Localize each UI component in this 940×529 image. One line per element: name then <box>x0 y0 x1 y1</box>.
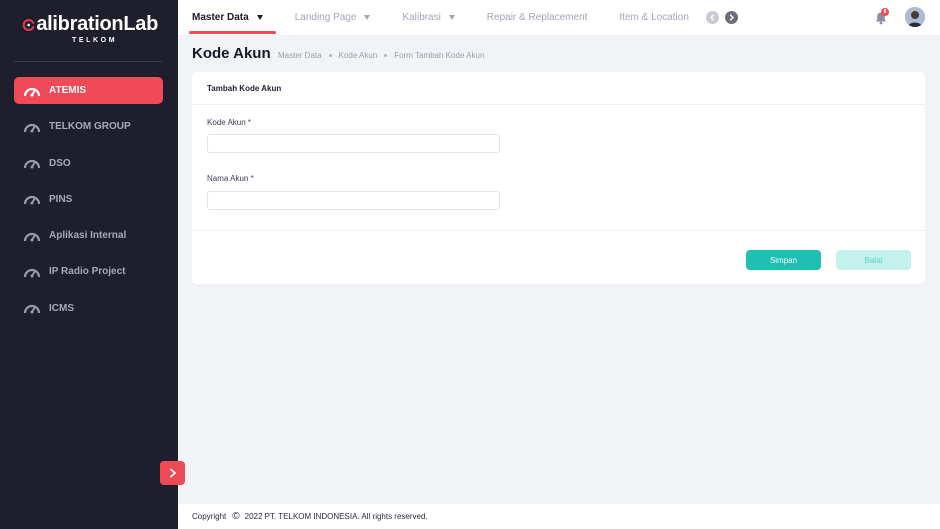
kode-akun-input[interactable] <box>207 134 500 153</box>
breadcrumb-separator <box>328 54 332 57</box>
avatar-icon <box>905 7 925 27</box>
sidebar-item-ip-radio-project[interactable]: IP Radio Project <box>14 258 163 285</box>
copyright-icon: © <box>232 511 240 522</box>
gauge-icon <box>23 156 41 170</box>
nama-akun-label: Nama Akun * <box>207 174 254 183</box>
menu-repair-replacement[interactable]: Repair & Replacement <box>487 0 588 35</box>
top-menu: Master Data Landing Page Kalibrasi Repai… <box>189 0 721 35</box>
sidebar-item-label: ICMS <box>49 302 74 314</box>
form-card: Tambah Kode Akun Kode Akun * Nama Akun *… <box>192 72 925 284</box>
menu-master-data[interactable]: Master Data <box>189 0 276 35</box>
user-avatar[interactable] <box>905 7 925 27</box>
page-title: Kode Akun <box>192 45 271 62</box>
breadcrumb-item-current: Form Tambah Kode Akun <box>394 51 485 60</box>
logo-subtitle: TELKOM <box>72 37 118 44</box>
save-button[interactable]: Simpan <box>746 250 821 270</box>
brand-logo[interactable]: alibrationLab TELKOM <box>22 13 158 47</box>
sidebar: alibrationLab TELKOM ATEMIS TELKOM GROUP… <box>0 0 185 529</box>
menu-item-location[interactable]: Item & Location <box>619 0 688 35</box>
menu-label: Master Data <box>192 12 249 23</box>
breadcrumb-item-kode-akun[interactable]: Kode Akun <box>339 51 378 60</box>
sidebar-item-icms[interactable]: ICMS <box>14 295 163 322</box>
page-footer: Copyright © 2022 PT. TELKOM INDONESIA. A… <box>178 504 940 529</box>
sidebar-item-label: DSO <box>49 157 71 169</box>
top-navbar: Master Data Landing Page Kalibrasi Repai… <box>178 0 940 35</box>
caret-down-icon <box>364 15 371 20</box>
sidebar-item-telkom-group[interactable]: TELKOM GROUP <box>14 113 163 140</box>
gauge-icon <box>23 229 41 243</box>
sidebar-toggle-button[interactable] <box>160 461 185 485</box>
sidebar-item-label: ATEMIS <box>49 85 87 96</box>
chevron-right-icon <box>169 468 176 478</box>
copyright-text: 2022 PT. TELKOM INDONESIA. All rights re… <box>244 512 428 521</box>
menu-label: Kalibrasi <box>402 12 441 23</box>
gauge-icon <box>23 265 41 279</box>
caret-down-icon <box>448 15 455 20</box>
form-divider <box>192 230 925 231</box>
notification-badge: 8 <box>881 8 889 16</box>
logo-text: alibrationLab <box>36 13 158 35</box>
chevron-right-icon <box>729 14 734 21</box>
form-card-title: Tambah Kode Akun <box>192 72 925 105</box>
menu-scroll-arrows <box>706 11 744 24</box>
gauge-icon <box>23 120 41 134</box>
sidebar-item-label: Aplikasi Internal <box>49 230 127 242</box>
gauge-icon <box>23 84 41 98</box>
breadcrumb-separator <box>384 54 388 57</box>
scroll-right-button[interactable] <box>725 11 738 24</box>
menu-kalibrasi[interactable]: Kalibrasi <box>402 0 455 35</box>
sidebar-nav: ATEMIS TELKOM GROUP DSO PINS Aplikasi In… <box>14 77 163 331</box>
sidebar-divider <box>14 61 162 62</box>
menu-label: Item & Location <box>619 12 689 23</box>
nama-akun-input[interactable] <box>207 191 500 210</box>
logo-c-icon <box>22 18 36 31</box>
chevron-left-icon <box>710 14 715 21</box>
menu-label: Landing Page <box>294 12 357 23</box>
sidebar-item-dso[interactable]: DSO <box>14 150 163 177</box>
menu-label: Repair & Replacement <box>486 12 588 23</box>
sidebar-item-atemis[interactable]: ATEMIS <box>14 77 163 104</box>
sidebar-item-pins[interactable]: PINS <box>14 186 163 213</box>
gauge-icon <box>23 192 41 206</box>
sidebar-item-label: TELKOM GROUP <box>49 121 131 133</box>
sidebar-item-aplikasi-internal[interactable]: Aplikasi Internal <box>14 222 163 249</box>
notification-button[interactable]: 8 <box>873 8 889 26</box>
scroll-left-button[interactable] <box>706 11 719 24</box>
menu-landing-page[interactable]: Landing Page <box>295 0 371 35</box>
kode-akun-label: Kode Akun * <box>207 118 252 127</box>
cancel-button[interactable]: Batal <box>836 250 911 270</box>
sidebar-item-label: PINS <box>49 193 73 205</box>
caret-down-icon <box>256 15 263 20</box>
breadcrumb-item-master-data[interactable]: Master Data <box>278 51 322 60</box>
gauge-icon <box>23 301 41 315</box>
sidebar-item-label: IP Radio Project <box>49 266 126 278</box>
copyright-prefix: Copyright <box>192 512 227 521</box>
breadcrumb: Master Data Kode Akun Form Tambah Kode A… <box>278 51 484 60</box>
